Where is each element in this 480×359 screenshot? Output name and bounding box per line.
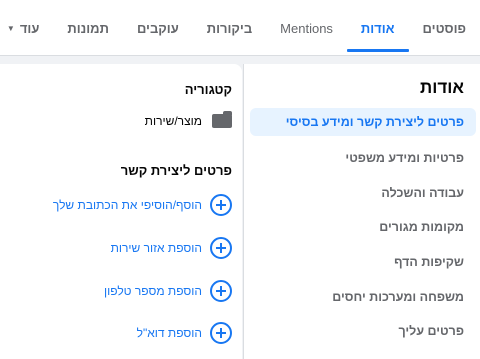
sidebar-item-page-transparency[interactable]: שקיפות הדף [250,248,476,276]
sidebar-item-label: עבודה והשכלה [381,186,464,200]
tab-label: עוקבים [136,20,179,36]
plus-circle-icon [210,280,232,302]
tab-label: ביקורות [206,20,253,36]
tab-label: פוסטים [422,20,466,36]
sidebar-item-contact-basic-info[interactable]: פרטים ליצירת קשר ומידע בסיסי [250,108,476,136]
tab-more[interactable]: עוד ▼ [0,0,53,56]
tab-photos[interactable]: תמונות [53,0,123,56]
add-email-button[interactable]: הוספת דוא"ל [137,322,232,344]
sidebar-item-privacy-legal[interactable]: פרטיות ומידע משפטי [250,144,476,172]
sidebar-title: אודות [420,78,464,97]
add-address-label: הוסף/הוסיפי את הכתובת שלך [52,198,202,212]
add-phone-button[interactable]: הוספת מספר טלפון [104,280,232,302]
tab-label: עוד [19,20,40,36]
tab-list: פוסטים אודות Mentions ביקורות עוקבים תמו… [0,0,480,56]
page-tab-bar: פוסטים אודות Mentions ביקורות עוקבים תמו… [0,0,480,56]
sidebar-item-work-education[interactable]: עבודה והשכלה [250,179,476,207]
plus-circle-icon [210,322,232,344]
plus-circle-icon [210,194,232,216]
about-sidebar: אודות פרטים ליצירת קשר ומידע בסיסי פרטיו… [243,64,480,359]
tab-label: אודות [360,20,395,36]
sidebar-item-label: פרטים ליצירת קשר ומידע בסיסי [285,115,464,129]
plus-circle-icon [210,237,232,259]
tab-about[interactable]: אודות [346,0,409,56]
about-main-panel: קטגוריה מוצר/שירות פרטים ליצירת קשר הוסף… [0,64,242,359]
sidebar-item-label: פרטיות ומידע משפטי [345,151,464,165]
sidebar-item-label: משפחה ומערכות יחסים [332,290,464,304]
sidebar-item-places-lived[interactable]: מקומות מגורים [250,213,476,241]
tab-reviews[interactable]: ביקורות [193,0,266,56]
sidebar-item-label: שקיפות הדף [394,255,464,269]
category-section-title: קטגוריה [184,82,232,97]
tab-posts[interactable]: פוסטים [409,0,480,56]
folder-icon [212,111,232,128]
contact-section-title: פרטים ליצירת קשר [120,163,232,178]
category-value: מוצר/שירות [144,114,202,128]
tab-mentions[interactable]: Mentions [266,0,347,56]
tab-label: תמונות [67,20,109,36]
add-email-label: הוספת דוא"ל [136,326,202,340]
add-service-area-button[interactable]: הוספת אזור שירות [111,237,232,259]
caret-down-icon: ▼ [6,23,15,33]
add-address-button[interactable]: הוסף/הוסיפי את הכתובת שלך [53,194,232,216]
tab-followers[interactable]: עוקבים [123,0,193,56]
add-service-area-label: הוספת אזור שירות [110,241,202,255]
tab-label: Mentions [280,20,333,36]
sidebar-item-family-relationships[interactable]: משפחה ומערכות יחסים [250,283,476,311]
sidebar-item-label: פרטים עליך [398,324,464,338]
category-row: מוצר/שירות [144,111,232,128]
add-phone-label: הוספת מספר טלפון [104,284,202,298]
sidebar-item-label: מקומות מגורים [379,220,464,234]
sidebar-item-details-about[interactable]: פרטים עליך [250,317,476,345]
